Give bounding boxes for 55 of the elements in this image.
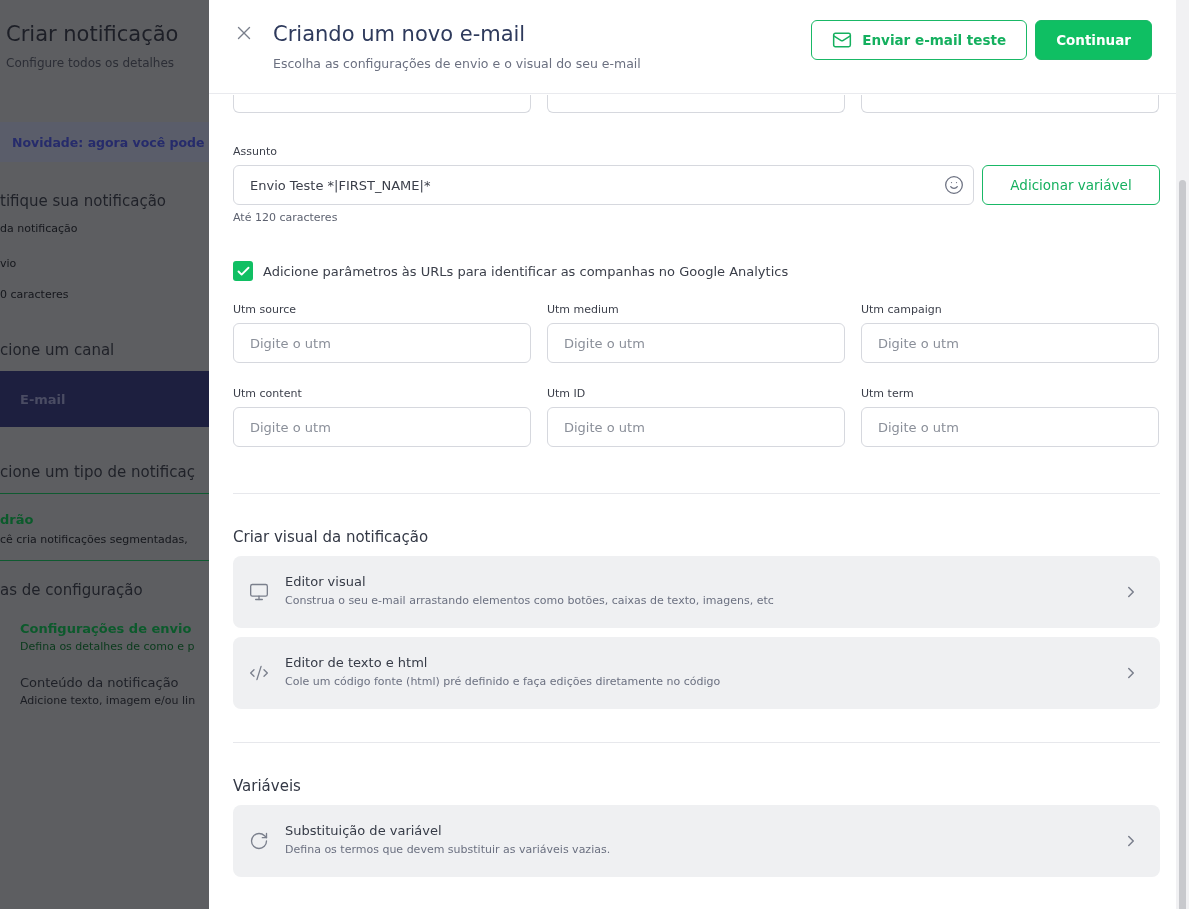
option-title: Editor de texto e html bbox=[285, 654, 429, 670]
continue-button[interactable]: Continuar bbox=[1035, 20, 1152, 60]
section-title: as de configuração bbox=[0, 581, 144, 599]
option-title: Editor visual bbox=[285, 573, 367, 589]
field-value: vio bbox=[0, 257, 18, 270]
input-field[interactable]: Digite o utm bbox=[233, 323, 531, 363]
type-title: drão bbox=[0, 512, 35, 527]
drawer-title: Criando um novo e-mail bbox=[273, 22, 527, 46]
field-label: Utm medium bbox=[547, 303, 620, 316]
section-title: cione um canal bbox=[0, 341, 116, 359]
mail-icon bbox=[832, 30, 853, 50]
field-label: da notificação bbox=[0, 222, 79, 235]
scrollbar-thumb[interactable] bbox=[1179, 180, 1186, 909]
monitor-icon bbox=[249, 582, 269, 602]
checkbox-label: Adicione parâmetros às URLs para identificar as companhas no Google Analytics bbox=[263, 263, 789, 279]
input-field[interactable]: Digite o utm bbox=[233, 407, 531, 447]
send-test-button[interactable]: Enviar e-mail teste bbox=[811, 20, 1028, 60]
emoji-icon[interactable] bbox=[944, 175, 964, 195]
input-field[interactable]: Digite o utm bbox=[861, 323, 1159, 363]
step-description: Adicione texto, imagem e/ou lin bbox=[20, 694, 197, 707]
field-label: Utm ID bbox=[547, 387, 587, 400]
option-card[interactable]: Editor visual Construa o seu e-mail arrastando elementos como botões, caixas de texto, imagens, etc bbox=[233, 556, 1160, 628]
step-description: Defina os detalhes de como e p bbox=[20, 640, 196, 653]
option-description: Defina os termos que devem substituir as variáveis vazias. bbox=[285, 842, 612, 856]
option-card[interactable]: Editor de texto e html Cole um código fonte (html) pré definido e faça edições diretamente no código bbox=[233, 637, 1160, 709]
field-label: Assunto bbox=[233, 145, 278, 158]
input-field[interactable]: Digite o utm bbox=[547, 407, 845, 447]
input-field[interactable] bbox=[547, 95, 845, 113]
field-hint: 0 caracteres bbox=[0, 288, 70, 301]
type-description: cê cria notificações segmentadas, bbox=[0, 533, 189, 546]
input-field[interactable] bbox=[233, 95, 531, 113]
drawer-subtitle: Escolha as configurações de envio e o visual do seu e-mail bbox=[273, 56, 642, 71]
add-variable-button[interactable]: Adicionar variável bbox=[982, 165, 1160, 205]
field-label: Utm source bbox=[233, 303, 298, 316]
page-title: Criar notificação bbox=[5, 21, 180, 46]
section-title: Criar visual da notificação bbox=[233, 528, 430, 546]
option-description: Cole um código fonte (html) pré definido e faça edições diretamente no código bbox=[285, 674, 722, 688]
input-field[interactable] bbox=[861, 95, 1159, 113]
step-title[interactable]: Conteúdo da notificação bbox=[20, 675, 209, 690]
subject-field[interactable]: Envio Teste *|FIRST_NAME|* bbox=[233, 165, 974, 205]
input-field[interactable]: Digite o utm bbox=[547, 323, 845, 363]
refresh-icon bbox=[249, 831, 269, 851]
field-hint: Até 120 caracteres bbox=[233, 211, 339, 224]
field-label: Utm term bbox=[861, 387, 915, 400]
input-field[interactable]: Digite o utm bbox=[861, 407, 1159, 447]
field-label: Utm content bbox=[233, 387, 303, 400]
checkbox[interactable] bbox=[233, 261, 253, 281]
code-icon bbox=[249, 663, 269, 683]
option-title: Substituição de variável bbox=[285, 822, 443, 838]
field-label: Utm campaign bbox=[861, 303, 943, 316]
section-title: Variáveis bbox=[233, 777, 302, 795]
section-title: tifique sua notificação bbox=[0, 192, 168, 210]
option-description: Construa o seu e-mail arrastando elementos como botões, caixas de texto, imagens, etc bbox=[285, 593, 775, 607]
option-card[interactable]: Substituição de variável Defina os termos que devem substituir as variáveis vazias. bbox=[233, 805, 1160, 877]
section-title: cione um tipo de notificaç bbox=[0, 463, 196, 481]
